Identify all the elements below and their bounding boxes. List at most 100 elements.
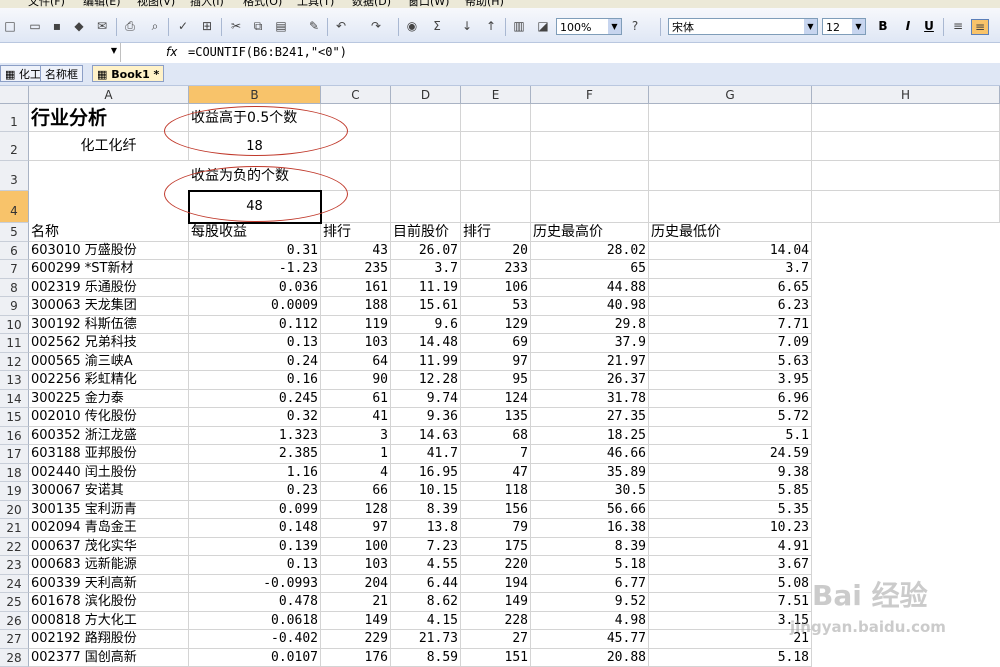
stock-name-cell[interactable]: 603188 亚邦股份 bbox=[29, 445, 189, 464]
table-cell[interactable]: 0.112 bbox=[189, 316, 321, 335]
cut-icon[interactable]: ✂ bbox=[228, 19, 244, 33]
row-header[interactable]: 12 bbox=[0, 353, 29, 372]
table-cell[interactable]: 21.73 bbox=[391, 630, 461, 649]
table-cell[interactable]: 204 bbox=[321, 575, 391, 594]
table-cell[interactable]: 228 bbox=[461, 612, 531, 631]
table-cell[interactable]: 79 bbox=[461, 519, 531, 538]
table-cell[interactable]: 56.66 bbox=[531, 501, 649, 520]
redo-icon[interactable]: ↷ bbox=[368, 19, 384, 33]
sort-descending-icon[interactable]: ↑ bbox=[483, 19, 499, 33]
open-icon[interactable]: ▭ bbox=[27, 19, 43, 33]
empty-cell[interactable] bbox=[649, 191, 812, 223]
stock-name-cell[interactable]: 002256 彩虹精化 bbox=[29, 371, 189, 390]
stock-name-cell[interactable]: 600339 天利高新 bbox=[29, 575, 189, 594]
name-box[interactable]: ▼ bbox=[0, 43, 121, 62]
table-cell[interactable]: 6.96 bbox=[649, 390, 812, 409]
stock-name-cell[interactable]: 000683 远新能源 bbox=[29, 556, 189, 575]
stock-name-cell[interactable]: 300063 天龙集团 bbox=[29, 297, 189, 316]
empty-cell[interactable] bbox=[812, 161, 1000, 191]
row-header[interactable]: 16 bbox=[0, 427, 29, 446]
table-cell[interactable]: 27 bbox=[461, 630, 531, 649]
row-header[interactable]: 14 bbox=[0, 390, 29, 409]
empty-cell[interactable] bbox=[321, 104, 391, 132]
table-cell[interactable]: 100 bbox=[321, 538, 391, 557]
column-header[interactable]: A bbox=[29, 86, 189, 104]
stock-name-cell[interactable]: 002319 乐通股份 bbox=[29, 279, 189, 298]
table-cell[interactable]: 220 bbox=[461, 556, 531, 575]
row-header[interactable]: 4 bbox=[0, 191, 29, 223]
stock-name-cell[interactable]: 600299 *ST新材 bbox=[29, 260, 189, 279]
fx-icon[interactable]: fx bbox=[166, 45, 177, 59]
table-cell[interactable]: 64 bbox=[321, 353, 391, 372]
table-cell[interactable]: 1.323 bbox=[189, 427, 321, 446]
row-header[interactable]: 6 bbox=[0, 242, 29, 261]
align-center-icon[interactable]: ≡ bbox=[971, 19, 989, 35]
stock-name-cell[interactable]: 000637 茂化实华 bbox=[29, 538, 189, 557]
table-cell[interactable]: 43 bbox=[321, 242, 391, 261]
stock-name-cell[interactable]: 002562 兄弟科技 bbox=[29, 334, 189, 353]
table-cell[interactable]: 26.07 bbox=[391, 242, 461, 261]
table-cell[interactable]: 21.97 bbox=[531, 353, 649, 372]
table-cell[interactable]: 14.04 bbox=[649, 242, 812, 261]
table-cell[interactable]: 8.59 bbox=[391, 649, 461, 667]
stock-name-cell[interactable]: 300192 科斯伍德 bbox=[29, 316, 189, 335]
row-header[interactable]: 26 bbox=[0, 612, 29, 631]
table-cell[interactable]: 14.48 bbox=[391, 334, 461, 353]
table-header-cell[interactable]: 目前股价 bbox=[391, 223, 461, 242]
row-header[interactable]: 15 bbox=[0, 408, 29, 427]
above-threshold-label[interactable]: 收益高于0.5个数 bbox=[189, 104, 321, 132]
column-header[interactable]: E bbox=[461, 86, 531, 104]
table-cell[interactable]: 20.88 bbox=[531, 649, 649, 667]
table-cell[interactable]: 1.16 bbox=[189, 464, 321, 483]
table-cell[interactable]: 30.5 bbox=[531, 482, 649, 501]
table-header-cell[interactable]: 排行 bbox=[461, 223, 531, 242]
table-header-cell[interactable]: 排行 bbox=[321, 223, 391, 242]
above-threshold-count[interactable]: 18 bbox=[189, 132, 321, 161]
table-cell[interactable]: 1 bbox=[321, 445, 391, 464]
table-cell[interactable]: 4.91 bbox=[649, 538, 812, 557]
table-header-cell[interactable]: 历史最低价 bbox=[649, 223, 812, 242]
row-header[interactable]: 23 bbox=[0, 556, 29, 575]
industry-cell[interactable]: 化工化纤 bbox=[29, 132, 189, 161]
table-cell[interactable]: 129 bbox=[461, 316, 531, 335]
table-cell[interactable]: 9.74 bbox=[391, 390, 461, 409]
table-cell[interactable]: 24.59 bbox=[649, 445, 812, 464]
table-cell[interactable]: 29.8 bbox=[531, 316, 649, 335]
table-header-cell[interactable]: 历史最高价 bbox=[531, 223, 649, 242]
table-cell[interactable]: 5.08 bbox=[649, 575, 812, 594]
row-header[interactable]: 20 bbox=[0, 501, 29, 520]
table-cell[interactable]: 194 bbox=[461, 575, 531, 594]
table-cell[interactable]: 16.95 bbox=[391, 464, 461, 483]
table-cell[interactable]: 44.88 bbox=[531, 279, 649, 298]
stock-name-cell[interactable]: 600352 浙江龙盛 bbox=[29, 427, 189, 446]
table-cell[interactable]: 20 bbox=[461, 242, 531, 261]
table-cell[interactable]: 35.89 bbox=[531, 464, 649, 483]
table-cell[interactable]: 10.15 bbox=[391, 482, 461, 501]
table-cell[interactable]: 18.25 bbox=[531, 427, 649, 446]
table-cell[interactable]: 106 bbox=[461, 279, 531, 298]
empty-cell[interactable] bbox=[649, 161, 812, 191]
table-cell[interactable]: 27.35 bbox=[531, 408, 649, 427]
empty-cell[interactable] bbox=[649, 132, 812, 161]
spelling-icon[interactable]: ✓ bbox=[175, 19, 191, 33]
row-header[interactable]: 10 bbox=[0, 316, 29, 335]
table-cell[interactable]: 175 bbox=[461, 538, 531, 557]
empty-cell[interactable] bbox=[531, 132, 649, 161]
stock-name-cell[interactable]: 300135 宝利沥青 bbox=[29, 501, 189, 520]
table-cell[interactable]: 188 bbox=[321, 297, 391, 316]
table-cell[interactable]: 68 bbox=[461, 427, 531, 446]
table-cell[interactable]: 5.63 bbox=[649, 353, 812, 372]
table-cell[interactable]: 7 bbox=[461, 445, 531, 464]
table-cell[interactable]: 15.61 bbox=[391, 297, 461, 316]
table-cell[interactable]: 8.62 bbox=[391, 593, 461, 612]
stock-name-cell[interactable]: 002010 传化股份 bbox=[29, 408, 189, 427]
table-cell[interactable]: 61 bbox=[321, 390, 391, 409]
table-cell[interactable]: 4.98 bbox=[531, 612, 649, 631]
table-cell[interactable]: 0.32 bbox=[189, 408, 321, 427]
align-left-icon[interactable]: ≡ bbox=[950, 19, 966, 33]
row-header[interactable]: 18 bbox=[0, 464, 29, 483]
table-cell[interactable]: 0.31 bbox=[189, 242, 321, 261]
stock-name-cell[interactable]: 002094 青岛金王 bbox=[29, 519, 189, 538]
table-cell[interactable]: 9.6 bbox=[391, 316, 461, 335]
print-icon[interactable]: ⎙ bbox=[122, 19, 138, 33]
